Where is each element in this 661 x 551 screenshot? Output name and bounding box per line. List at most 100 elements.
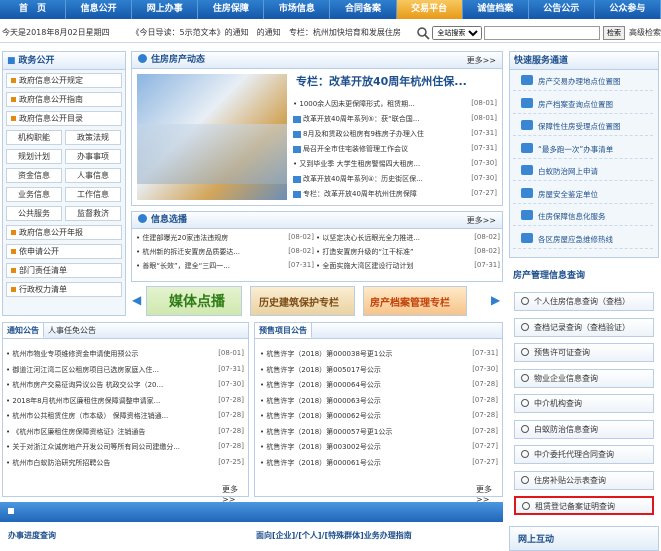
gov-affairs-item[interactable]: 资金信息 <box>6 168 62 183</box>
presale-item-text: 杭售许字（2018）第005017号公示 <box>266 365 381 374</box>
property-query-button[interactable]: 住房补贴公示表查询 <box>514 470 654 490</box>
nav-info-disclosure[interactable]: 信息公开 <box>66 0 133 19</box>
search-input[interactable] <box>484 25 600 40</box>
service-guide-title[interactable]: 面向[企业]/[个人]/[特殊群体]业务办理指南 <box>256 530 412 541</box>
search-button[interactable]: 检索 <box>603 25 625 40</box>
gov-affairs-item[interactable]: 业务信息 <box>6 187 62 202</box>
presale-item[interactable]: • 杭售许字（2018）第000062号公示 [07-28] <box>260 411 498 423</box>
tab-notices[interactable]: 通知公告 <box>3 323 44 338</box>
property-query-button[interactable]: 白蚁防治信息查询 <box>514 419 654 439</box>
gov-affairs-item[interactable]: 机构职能 <box>6 130 62 145</box>
search-scope-select[interactable]: 全站搜索 <box>432 25 483 40</box>
notice-item[interactable]: • 关于对浙江众诚房地产开发公司等所有同公司建缴分... [07-28] <box>6 442 244 454</box>
news-item[interactable]: • 1000余人因未更保障形式，租赁期... [08-01] <box>293 99 497 111</box>
broadcast-item[interactable]: • 杭州新的拆迁安置房品质要达... [08-02] <box>136 247 314 259</box>
property-query-button[interactable]: 中介机构查询 <box>514 394 654 413</box>
notice-item[interactable]: • 御道江河江湾二区公租房项目已选房家庭入住... [07-31] <box>6 365 244 377</box>
property-query-button[interactable]: 个人住房信息查询（查档） <box>514 292 654 311</box>
quick-service-item[interactable]: 各区房屋应急维修热线 <box>513 231 653 249</box>
nav-housing-security[interactable]: 住房保障 <box>198 0 265 19</box>
broadcast-item[interactable]: • 以坚定决心长远眼光全力推进... [08-02] <box>316 233 500 245</box>
broadcast-item[interactable]: • 全面实施大湾区建设行动计划 [07-31] <box>316 261 500 273</box>
headline-link[interactable]: 专栏：杭州加快培育和发展住房 <box>289 27 417 38</box>
news-item[interactable]: • 又到毕业季 大学生租房警惕四大租房... [07-30] <box>293 159 497 171</box>
nav-credit-records[interactable]: 诚信档案 <box>463 0 529 19</box>
nav-online-services[interactable]: 网上办事 <box>132 0 199 19</box>
quick-service-item[interactable]: 保障性住房受理点位置图 <box>513 118 653 136</box>
historic-buildings-banner[interactable]: 历史建筑保护专栏 <box>250 286 355 316</box>
news-item[interactable]: 改革开放40周年系列⑤：获“联合国... [08-01] <box>293 114 497 126</box>
notice-item[interactable]: • 杭州市物业专项维修资金申请使用预公示 [08-01] <box>6 349 244 361</box>
presale-item[interactable]: • 杭售许字（2018）第000038号更1公示 [07-31] <box>260 349 498 361</box>
broadcast-item-title: • 以坚定决心长远眼光全力推进... <box>316 234 421 242</box>
gov-affairs-item[interactable]: 规划计划 <box>6 149 62 164</box>
presale-item[interactable]: • 杭售许字（2018）第000057号更1公示 [07-28] <box>260 427 498 439</box>
property-query-button[interactable]: 租赁登记备案证明查询 <box>514 496 654 515</box>
property-query-button[interactable]: 查档记录查询（查档验证） <box>514 317 654 337</box>
news-item[interactable]: 专栏：改革开放40周年杭州住房保障 [07-27] <box>293 189 497 201</box>
broadcast-item-date: [08-02] <box>474 247 500 255</box>
gov-affairs-item[interactable]: 政府信息公开目录 <box>6 111 122 126</box>
notices-more-link[interactable]: 更多>> <box>222 484 248 504</box>
featured-headline[interactable]: 专栏：改革开放40周年杭州住保... <box>296 73 467 89</box>
nav-trading-platform[interactable]: 交易平台 <box>396 0 463 19</box>
presale-item[interactable]: • 杭售许字（2018）第005017号公示 [07-30] <box>260 365 498 377</box>
gov-affairs-item[interactable]: 政策法规 <box>65 130 121 145</box>
scrolling-notice[interactable]: 《今日导读：5示范文本》的通知 的通知 <box>132 27 289 38</box>
gov-affairs-item[interactable]: 工作信息 <box>65 187 121 202</box>
notice-item[interactable]: • 《杭州市区廉租住房保障资格证》注销通告 [07-28] <box>6 427 244 439</box>
tab-presale[interactable]: 预售项目公告 <box>255 323 312 338</box>
presale-item[interactable]: • 杭售许字（2018）第003002号公示 [07-27] <box>260 442 498 454</box>
quick-service-item[interactable]: 房产交易办理地点位置图 <box>513 73 653 91</box>
gov-affairs-item[interactable]: 依申请公开 <box>6 244 122 259</box>
property-query-button[interactable]: 物业企业信息查询 <box>514 368 654 388</box>
orange-square-icon <box>11 229 16 235</box>
gov-affairs-item[interactable]: 监督救济 <box>65 206 121 221</box>
carousel-left-arrow-icon[interactable]: ◀ <box>132 293 142 309</box>
gov-affairs-item[interactable]: 政府信息公开年报 <box>6 225 122 240</box>
broadcast-item[interactable]: • 善眼“长效”，建全“三四一... [07-31] <box>136 261 314 273</box>
presale-more-link[interactable]: 更多>> <box>476 484 502 504</box>
quick-service-item[interactable]: “最多跑一次”办事清单 <box>513 141 653 159</box>
gov-affairs-item[interactable]: 部门责任清单 <box>6 263 122 278</box>
quick-service-item[interactable]: 住房保障信息化服务 <box>513 208 653 226</box>
advanced-search-link[interactable]: 高级检索 <box>629 27 661 38</box>
gov-affairs-item[interactable]: 办事事项 <box>65 149 121 164</box>
presale-item[interactable]: • 杭售许字（2018）第000064号公示 [07-28] <box>260 380 498 392</box>
notice-item[interactable]: • 杭州市公共租赁住房（市本级） 保障资格注销通... [07-28] <box>6 411 244 423</box>
notice-item[interactable]: • 2018年8月杭州市区廉租住房保障调整申请家... [07-28] <box>6 396 244 408</box>
progress-query-title[interactable]: 办事进度查询 <box>8 530 56 541</box>
presale-item[interactable]: • 杭售许字（2018）第000063号公示 [07-28] <box>260 396 498 408</box>
notice-item[interactable]: • 杭州市白蚁防治研究所招聘公告 [07-25] <box>6 458 244 470</box>
news-photo[interactable] <box>137 74 287 200</box>
nav-announcements[interactable]: 公告公示 <box>529 0 595 19</box>
gov-affairs-item[interactable]: 行政权力清单 <box>6 282 122 297</box>
notice-item[interactable]: • 杭州市房产交易征询异议公告 杭政交公字（20... [07-30] <box>6 380 244 392</box>
quick-service-item[interactable]: 房产档案查询点位置图 <box>513 96 653 114</box>
nav-home[interactable]: 首 页 <box>0 0 67 19</box>
news-item[interactable]: 改革开放40周年系列④：历史街区保... [07-30] <box>293 174 497 186</box>
nav-public-participation[interactable]: 公众参与 <box>595 0 661 19</box>
media-banner[interactable]: 媒体点播 <box>146 286 242 316</box>
carousel-right-arrow-icon[interactable]: ▶ <box>491 293 501 309</box>
section-bullet-icon <box>138 54 147 63</box>
gov-affairs-item[interactable]: 人事信息 <box>65 168 121 183</box>
nav-contract-filing[interactable]: 合同备案 <box>330 0 397 19</box>
property-archives-banner[interactable]: 房产档案管理专栏 <box>363 286 467 316</box>
broadcast-item[interactable]: • 打造安置房升级的“江干标准” [08-02] <box>316 247 500 259</box>
nav-market-info[interactable]: 市场信息 <box>264 0 331 19</box>
news-item[interactable]: 局召开全市住宅装修管理工作会议 [07-31] <box>293 144 497 156</box>
gov-affairs-item[interactable]: 公共服务 <box>6 206 62 221</box>
housing-news-more-link[interactable]: 更多>> <box>467 52 496 69</box>
broadcast-item[interactable]: • 住建部曝光20家违法违规房 [08-02] <box>136 233 314 245</box>
property-query-button[interactable]: 预售许可证查询 <box>514 343 654 362</box>
gov-affairs-item[interactable]: 政府信息公开规定 <box>6 73 122 88</box>
property-query-button[interactable]: 中介委托代理合同查询 <box>514 445 654 464</box>
quick-service-item[interactable]: 房屋安全鉴定单位 <box>513 186 653 204</box>
gov-affairs-item[interactable]: 政府信息公开指南 <box>6 92 122 107</box>
info-broadcast-more-link[interactable]: 更多>> <box>467 212 496 229</box>
tab-personnel[interactable]: 人事任免公告 <box>44 323 100 338</box>
quick-service-item[interactable]: 白蚁防治网上申请 <box>513 163 653 181</box>
news-item[interactable]: 8月及和赁政公租房有9栋房子办理入住 [07-31] <box>293 129 497 141</box>
presale-item[interactable]: • 杭售许字（2018）第000061号公示 [07-27] <box>260 458 498 470</box>
